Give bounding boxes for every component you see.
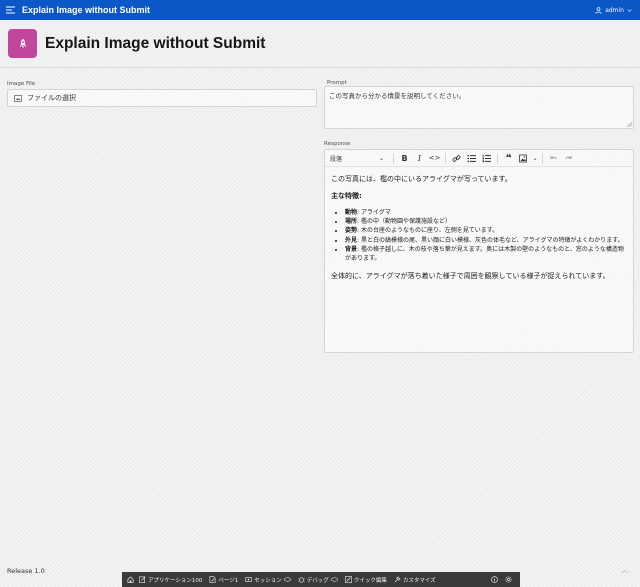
toolbar-separator bbox=[393, 152, 394, 164]
response-heading: 主な特徴: bbox=[331, 192, 362, 201]
list-item: 場所: 檻の中（動物園や保護施設など） bbox=[345, 217, 627, 226]
view-icon bbox=[330, 577, 338, 582]
rocket-icon bbox=[8, 29, 37, 58]
code-icon[interactable]: <> bbox=[427, 151, 442, 166]
dev-session-link[interactable]: セッション bbox=[245, 576, 291, 584]
edit-page-icon bbox=[209, 576, 216, 583]
edit-app-icon bbox=[139, 576, 146, 583]
dev-quick-edit-link[interactable]: クイック編集 bbox=[344, 576, 387, 584]
user-name: admin bbox=[605, 6, 624, 14]
list-item: 背景: 檻の格子越しに、木の枝や落ち葉が見えます。奥には木製の壁のようなものと、… bbox=[345, 245, 627, 264]
response-summary: 全体的に、アライグマが落ち着いた様子で周囲を観察している様子が捉えられています。 bbox=[331, 271, 610, 280]
list-item: 姿勢: 木の台座のようなものに座り、左側を見ています。 bbox=[345, 226, 627, 235]
chevron-down-icon[interactable]: ⌄ bbox=[531, 151, 539, 166]
dev-page-link[interactable]: ページ1 bbox=[209, 576, 238, 584]
undo-icon[interactable] bbox=[546, 151, 561, 166]
toolbar-separator bbox=[542, 152, 543, 164]
top-navigation-bar: Explain Image without Submit admin bbox=[0, 0, 640, 20]
insert-image-icon[interactable] bbox=[516, 151, 531, 166]
list-item: 動物: アライグマ bbox=[345, 208, 627, 217]
release-version: Release 1.0 bbox=[7, 567, 45, 575]
page-header: Explain Image without Submit bbox=[0, 20, 640, 67]
customize-icon bbox=[394, 576, 401, 583]
user-menu[interactable]: admin bbox=[595, 0, 632, 20]
hamburger-menu-icon[interactable] bbox=[0, 0, 20, 20]
user-icon bbox=[595, 6, 602, 14]
link-icon[interactable] bbox=[449, 151, 464, 166]
response-rich-text-editor[interactable]: 段落 ⌄ B I <> ❝ ⌄ この写真には、檻の中にいるアライグマが写っていま… bbox=[324, 149, 634, 353]
settings-gear-icon[interactable] bbox=[503, 576, 513, 583]
chevron-up-icon[interactable]: ︿ bbox=[621, 565, 628, 575]
session-icon bbox=[245, 577, 253, 582]
info-icon[interactable] bbox=[489, 576, 499, 583]
developer-toolbar: アプリケーション100 ページ1 セッション デバッグ クイック編集 カスタマイ… bbox=[122, 572, 520, 587]
toolbar-separator bbox=[445, 152, 446, 164]
view-icon bbox=[283, 577, 291, 582]
bulleted-list-icon[interactable] bbox=[464, 151, 479, 166]
chevron-down-icon bbox=[627, 8, 632, 12]
chevron-down-icon: ⌄ bbox=[378, 154, 384, 162]
editor-content[interactable]: この写真には、檻の中にいるアライグマが写っています。 主な特徴: 動物: アライ… bbox=[325, 167, 633, 297]
list-item: 外見: 黒と白の縞模様の尾、黒い顔に白い模様、灰色の体毛など、アライグマの特徴が… bbox=[345, 236, 627, 245]
blockquote-icon[interactable]: ❝ bbox=[501, 151, 516, 166]
page-title: Explain Image without Submit bbox=[45, 34, 266, 52]
file-upload-icon bbox=[14, 94, 22, 102]
image-file-label: Image File bbox=[7, 81, 36, 87]
app-title[interactable]: Explain Image without Submit bbox=[22, 5, 150, 15]
paragraph-format-select[interactable]: 段落 ⌄ bbox=[330, 154, 390, 163]
image-file-input[interactable]: ファイルの選択 bbox=[7, 89, 317, 107]
feature-list: 動物: アライグマ 場所: 檻の中（動物園や保護施設など） 姿勢: 木の台座のよ… bbox=[345, 208, 627, 264]
format-select-value: 段落 bbox=[330, 155, 343, 163]
toolbar-separator bbox=[497, 152, 498, 164]
quick-edit-icon bbox=[344, 576, 352, 583]
editor-toolbar: 段落 ⌄ B I <> ❝ ⌄ bbox=[325, 150, 633, 167]
header-divider bbox=[0, 67, 640, 68]
resize-grip-icon[interactable] bbox=[627, 122, 632, 127]
prompt-value: この写真から分かる情景を説明してください。 bbox=[329, 92, 466, 100]
dev-debug-link[interactable]: デバッグ bbox=[298, 576, 338, 584]
dev-customize-link[interactable]: カスタマイズ bbox=[394, 576, 436, 584]
dev-application-link[interactable]: アプリケーション100 bbox=[139, 576, 202, 584]
home-icon[interactable] bbox=[125, 576, 135, 583]
numbered-list-icon[interactable] bbox=[479, 151, 494, 166]
italic-icon[interactable]: I bbox=[412, 151, 427, 166]
bold-icon[interactable]: B bbox=[397, 151, 412, 166]
bug-icon bbox=[298, 577, 305, 583]
prompt-textarea[interactable]: この写真から分かる情景を説明してください。 bbox=[324, 86, 634, 129]
response-label: Response bbox=[324, 141, 351, 147]
redo-icon[interactable] bbox=[561, 151, 576, 166]
file-select-text: ファイルの選択 bbox=[27, 94, 76, 102]
response-intro: この写真には、檻の中にいるアライグマが写っています。 bbox=[331, 175, 512, 183]
